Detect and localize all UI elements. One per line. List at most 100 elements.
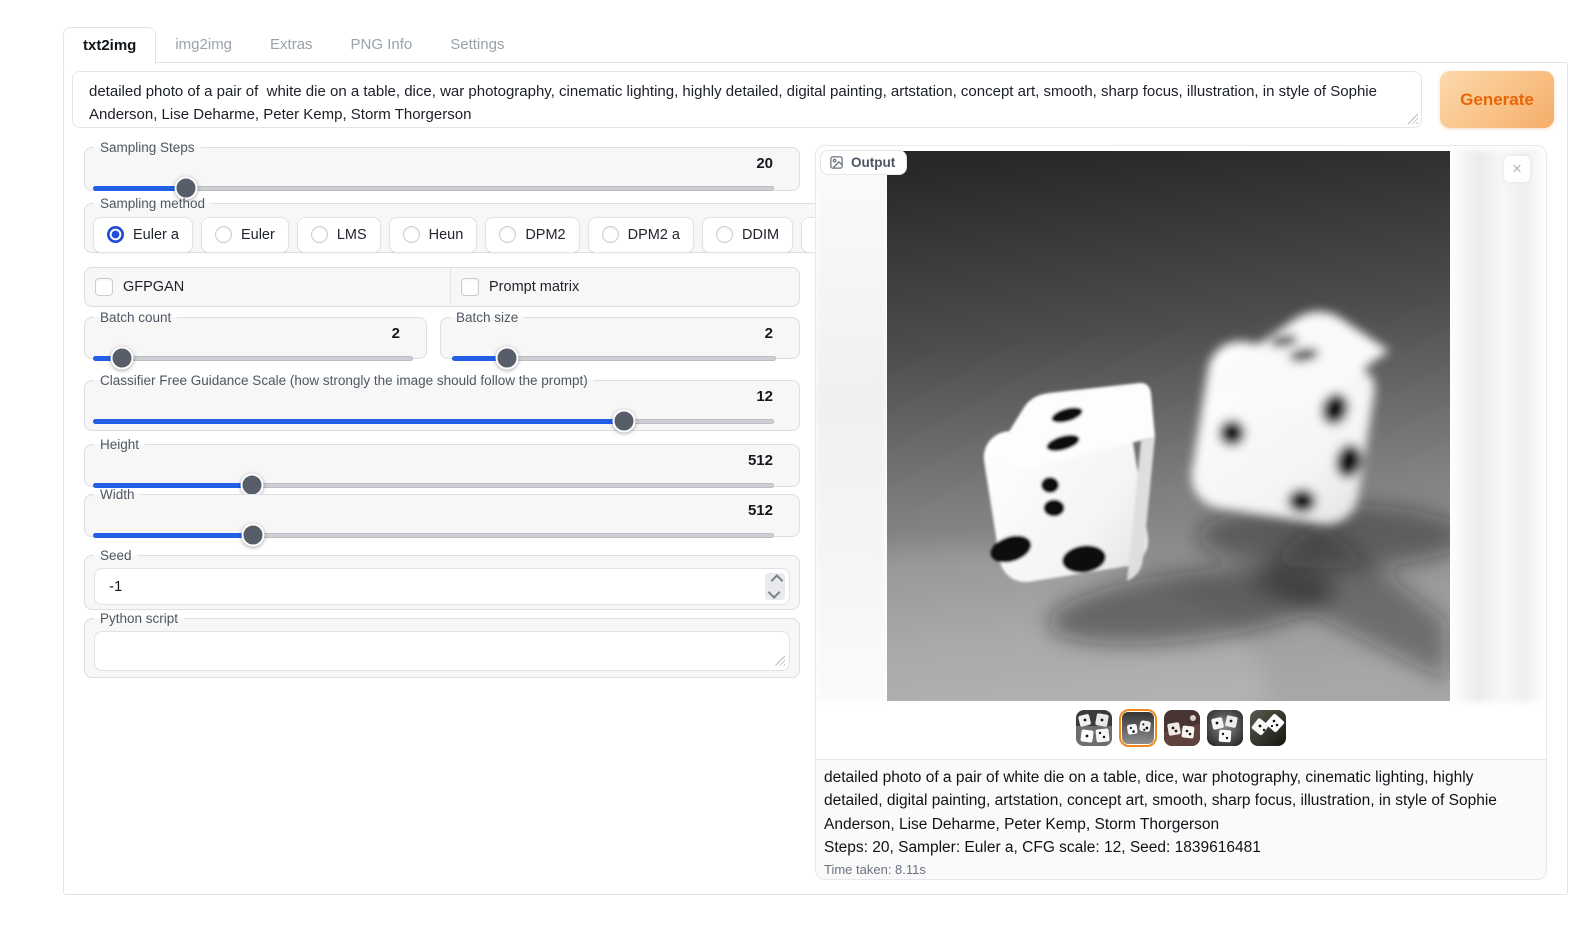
width-group: Width 512 — [84, 488, 800, 537]
radio-option-dpm2[interactable]: DPM2 — [485, 217, 579, 253]
output-gallery: Output × — [816, 146, 1546, 760]
output-label: Output — [851, 155, 895, 170]
width-value: 512 — [85, 502, 799, 520]
python-script-label: Python script — [94, 612, 184, 626]
slider-track[interactable] — [93, 419, 774, 424]
batch-size-value: 2 — [441, 325, 799, 343]
height-group: Height 512 — [84, 438, 800, 487]
radio-option-heun[interactable]: Heun — [389, 217, 478, 253]
prompt-matrix-checkbox[interactable] — [461, 278, 479, 296]
python-script-box — [94, 631, 790, 671]
python-script-group: Python script — [84, 612, 800, 678]
tab-extras[interactable]: Extras — [251, 27, 332, 63]
tab-png-info[interactable]: PNG Info — [332, 27, 432, 63]
sampling-method-label: Sampling method — [94, 197, 211, 211]
batch-size-slider[interactable] — [452, 349, 776, 368]
height-value: 512 — [85, 452, 799, 470]
tab-bar: txt2img img2img Extras PNG Info Settings — [63, 27, 523, 63]
caption-params: Steps: 20, Sampler: Euler a, CFG scale: … — [824, 836, 1536, 859]
seed-label: Seed — [94, 549, 138, 563]
sampling-steps-label: Sampling Steps — [94, 141, 201, 155]
slider-track[interactable] — [93, 356, 413, 361]
output-panel: Output × — [815, 145, 1547, 880]
batch-count-label: Batch count — [94, 311, 177, 325]
sampling-steps-group: Sampling Steps 20 — [84, 141, 800, 191]
close-button[interactable]: × — [1504, 156, 1530, 182]
prompt-box: detailed photo of a pair of white die on… — [72, 71, 1422, 128]
stepper-up-icon[interactable] — [770, 574, 783, 587]
slider-fill — [93, 419, 624, 424]
python-script-input[interactable] — [95, 632, 789, 670]
prompt-input[interactable]: detailed photo of a pair of white die on… — [72, 71, 1422, 128]
gfpgan-label: GFPGAN — [123, 279, 184, 295]
slider-knob[interactable] — [110, 347, 133, 370]
generate-button[interactable]: Generate — [1440, 71, 1554, 128]
prompt-matrix-option[interactable]: Prompt matrix — [450, 268, 799, 306]
sampling-method-options: Euler a Euler LMS Heun DPM2 DPM2 a DDIM … — [85, 211, 903, 253]
batch-count-slider[interactable] — [93, 349, 413, 368]
radio-option-euler-a[interactable]: Euler a — [93, 217, 193, 253]
radio-icon — [215, 226, 232, 243]
gallery-thumbnail-3[interactable] — [1164, 710, 1200, 746]
gallery-thumbnail-2-selected[interactable] — [1119, 709, 1157, 747]
slider-knob[interactable] — [496, 347, 519, 370]
width-label: Width — [94, 488, 141, 502]
radio-option-lms[interactable]: LMS — [297, 217, 381, 253]
seed-stepper[interactable] — [765, 573, 785, 600]
radio-option-euler[interactable]: Euler — [201, 217, 289, 253]
prompt-matrix-label: Prompt matrix — [489, 279, 579, 295]
radio-label: Heun — [429, 227, 464, 243]
cfg-scale-label: Classifier Free Guidance Scale (how stro… — [94, 374, 594, 388]
output-label-chip: Output — [820, 150, 907, 175]
cfg-scale-slider[interactable] — [93, 412, 774, 431]
time-taken: Time taken: 8.11s — [824, 862, 1536, 877]
slider-knob[interactable] — [613, 410, 636, 433]
radio-label: DDIM — [742, 227, 779, 243]
slider-track[interactable] — [93, 533, 774, 538]
gallery-thumbnail-4[interactable] — [1207, 710, 1243, 746]
seed-group: Seed — [84, 549, 800, 610]
gfpgan-checkbox[interactable] — [95, 278, 113, 296]
radio-label: DPM2 a — [628, 227, 680, 243]
radio-icon — [602, 226, 619, 243]
tab-settings[interactable]: Settings — [431, 27, 523, 63]
gallery-thumbnails — [1076, 709, 1286, 747]
radio-label: LMS — [337, 227, 367, 243]
tab-txt2img[interactable]: txt2img — [63, 27, 156, 64]
batch-size-group: Batch size 2 — [440, 311, 800, 359]
cfg-scale-group: Classifier Free Guidance Scale (how stro… — [84, 374, 800, 431]
radio-label: DPM2 — [525, 227, 565, 243]
gfpgan-option[interactable]: GFPGAN — [85, 268, 450, 306]
radio-option-ddim[interactable]: DDIM — [702, 217, 793, 253]
sampling-method-group: Sampling method Euler a Euler LMS Heun D… — [84, 197, 904, 253]
generation-info: detailed photo of a pair of white die on… — [824, 766, 1536, 877]
seed-input[interactable] — [95, 569, 789, 604]
seed-input-box — [94, 568, 790, 605]
batch-count-group: Batch count 2 — [84, 311, 427, 359]
caption-prompt: detailed photo of a pair of white die on… — [824, 766, 1536, 836]
radio-icon — [311, 226, 328, 243]
slider-fill — [93, 186, 186, 191]
batch-size-label: Batch size — [450, 311, 524, 325]
stepper-down-icon[interactable] — [767, 586, 780, 599]
radio-label: Euler a — [133, 227, 179, 243]
toggles-group: GFPGAN Prompt matrix — [84, 267, 800, 307]
height-label: Height — [94, 438, 145, 452]
radio-label: Euler — [241, 227, 275, 243]
width-slider[interactable] — [93, 526, 774, 545]
radio-selected-icon — [107, 226, 124, 243]
gallery-thumbnail-1[interactable] — [1076, 710, 1112, 746]
radio-icon — [499, 226, 516, 243]
cfg-scale-value: 12 — [85, 388, 799, 406]
gallery-thumbnail-5[interactable] — [1250, 710, 1286, 746]
slider-knob[interactable] — [242, 524, 265, 547]
sampling-steps-value: 20 — [85, 155, 799, 173]
radio-icon — [716, 226, 733, 243]
batch-count-value: 2 — [85, 325, 426, 343]
close-icon: × — [1512, 159, 1522, 179]
generated-image[interactable] — [887, 151, 1450, 701]
gallery-edge-blur-right — [1449, 150, 1546, 702]
radio-option-dpm2-a[interactable]: DPM2 a — [588, 217, 694, 253]
radio-icon — [403, 226, 420, 243]
tab-img2img[interactable]: img2img — [156, 27, 251, 63]
